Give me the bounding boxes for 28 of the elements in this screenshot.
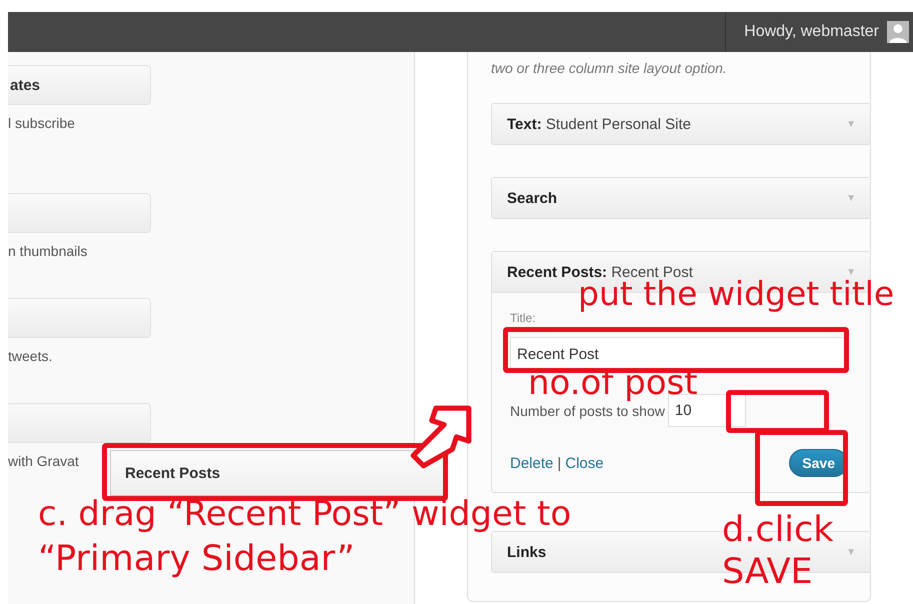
field-label: Number of posts to show [510,402,665,418]
widget-description: n thumbnails [8,243,88,259]
separator-text: | [557,454,562,472]
widget-item[interactable]: ates [8,65,151,105]
greeting-text: Howdy, webmaster [744,23,879,41]
widget-item[interactable] [8,193,151,233]
widget-title: Text: Student Personal Site [507,116,691,132]
avatar-icon [887,21,909,43]
annotation-text: c. drag “Recent Post” widget to [38,497,572,531]
number-field[interactable]: 10 [668,394,746,427]
title-field[interactable]: Recent Post [510,337,846,371]
widget-header[interactable]: Search ▼ [492,178,870,218]
widget-title: Search [507,190,558,206]
widget-item[interactable] [8,298,151,338]
close-link[interactable]: Close [565,454,604,472]
annotation-text: “Primary Sidebar” [38,542,355,577]
widget-title: Links [507,544,546,560]
widget-description: with Gravat [8,453,80,469]
widget-description: l subscribe [8,115,76,131]
widget-title: Recent Posts [125,464,220,482]
dragged-widget[interactable]: Recent Posts [110,450,444,496]
field-label: Title: [510,311,536,325]
widget-description: tweets. [8,348,54,364]
widget-title: ates [10,76,40,94]
widget-header[interactable]: Text: Student Personal Site ▼ [492,104,870,144]
widget-item[interactable] [8,403,151,443]
delete-link[interactable]: Delete [510,454,554,472]
sidebar-description: two or three column site layout option. [491,59,728,78]
